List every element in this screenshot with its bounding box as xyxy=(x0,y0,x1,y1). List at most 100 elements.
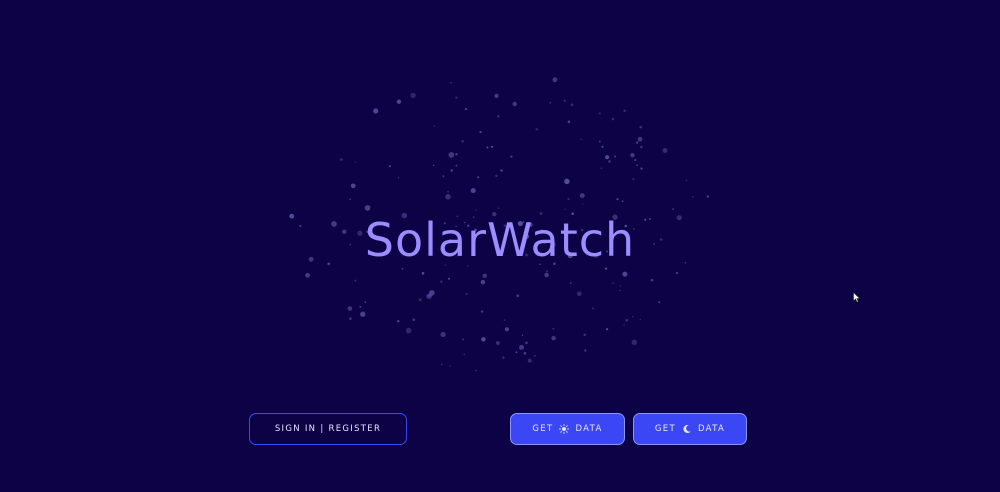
star xyxy=(470,188,476,194)
star xyxy=(510,155,513,158)
get-sun-data-button[interactable]: GET DATA xyxy=(510,413,625,445)
star xyxy=(490,145,494,148)
star xyxy=(495,174,498,178)
star xyxy=(564,178,570,185)
star xyxy=(623,324,625,326)
star xyxy=(397,177,400,179)
star xyxy=(600,167,603,169)
star xyxy=(611,117,615,121)
star xyxy=(516,294,520,298)
star xyxy=(440,331,446,338)
data-label: DATA xyxy=(697,424,726,434)
star xyxy=(535,128,538,131)
star xyxy=(349,198,352,201)
star xyxy=(569,282,572,284)
star xyxy=(339,158,343,161)
star xyxy=(512,101,517,107)
star xyxy=(640,167,643,170)
star xyxy=(397,320,400,323)
star xyxy=(461,140,464,143)
star xyxy=(563,99,566,102)
star xyxy=(614,155,617,158)
star xyxy=(637,136,643,142)
star xyxy=(584,349,587,352)
star xyxy=(405,327,412,334)
star xyxy=(347,306,353,311)
star xyxy=(495,340,500,346)
star xyxy=(706,195,710,198)
star xyxy=(502,356,505,359)
star xyxy=(477,176,480,179)
star xyxy=(601,145,604,148)
star xyxy=(445,194,451,200)
star xyxy=(447,190,450,193)
get-moon-data-button[interactable]: GET DATA xyxy=(633,413,747,445)
star xyxy=(482,273,487,278)
star xyxy=(632,316,634,318)
star xyxy=(428,294,431,298)
star xyxy=(433,125,436,127)
star xyxy=(632,178,635,181)
star xyxy=(504,327,510,332)
star xyxy=(605,327,609,331)
star xyxy=(631,339,638,346)
star xyxy=(636,164,638,166)
star xyxy=(630,153,635,158)
star xyxy=(639,318,642,321)
star xyxy=(623,109,626,113)
star xyxy=(685,179,688,181)
sun-icon xyxy=(559,424,570,434)
star xyxy=(503,319,506,321)
app-title: SolarWatch xyxy=(364,213,636,267)
star xyxy=(440,280,443,283)
star xyxy=(465,292,468,295)
star xyxy=(633,158,637,162)
star xyxy=(494,93,499,99)
star xyxy=(662,148,668,153)
star xyxy=(421,272,425,275)
star xyxy=(364,301,367,303)
star xyxy=(552,77,558,83)
star xyxy=(350,183,356,189)
star xyxy=(619,285,622,287)
get-label: GET xyxy=(654,424,676,434)
star xyxy=(525,341,528,345)
star xyxy=(552,328,554,330)
star xyxy=(622,271,628,277)
star xyxy=(497,115,500,118)
star xyxy=(354,279,357,282)
star xyxy=(625,318,629,322)
star xyxy=(675,271,678,275)
star xyxy=(658,301,661,304)
star xyxy=(349,317,352,320)
star xyxy=(598,112,601,115)
star xyxy=(455,164,458,167)
star xyxy=(447,277,451,280)
star xyxy=(579,193,585,199)
star xyxy=(354,161,357,163)
star xyxy=(475,369,477,372)
star xyxy=(616,197,619,201)
star xyxy=(567,120,571,124)
star xyxy=(480,310,484,313)
star xyxy=(462,338,465,341)
star xyxy=(612,282,615,285)
star xyxy=(692,195,694,198)
star xyxy=(619,289,621,292)
star xyxy=(577,291,582,297)
star xyxy=(418,298,422,302)
star xyxy=(486,146,489,149)
star xyxy=(455,153,458,156)
star xyxy=(373,108,379,114)
star xyxy=(480,279,486,285)
star xyxy=(527,358,532,363)
star xyxy=(515,351,518,354)
sign-in-register-button[interactable]: SIGN IN | REGISTER xyxy=(249,413,407,445)
star xyxy=(608,160,611,163)
star xyxy=(551,335,556,341)
star xyxy=(450,81,453,84)
star xyxy=(388,165,391,168)
star xyxy=(441,363,443,366)
star xyxy=(519,344,524,350)
star xyxy=(359,305,362,308)
